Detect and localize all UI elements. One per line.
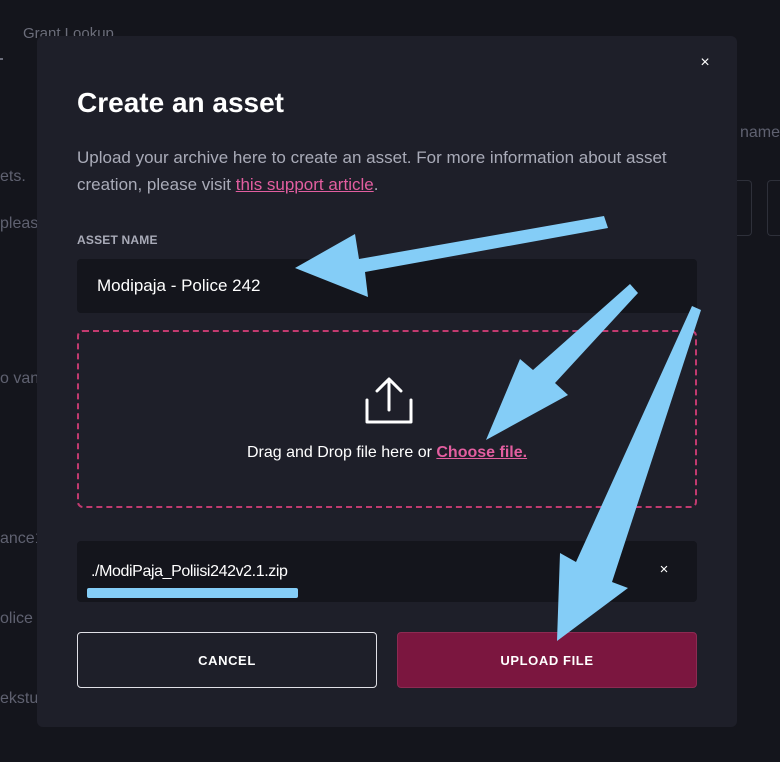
upload-file-button[interactable]: UPLOAD FILE — [397, 632, 697, 688]
support-article-link[interactable]: this support article — [236, 175, 374, 194]
dropzone-text: Drag and Drop file here or Choose file. — [79, 444, 695, 462]
file-dropzone[interactable]: Drag and Drop file here or Choose file. — [77, 330, 697, 508]
asset-name-input[interactable] — [77, 259, 697, 313]
selected-file-row: ./ModiPaja_Poliisi242v2.1.zip × — [77, 541, 697, 602]
background-text-fragment: ekstu — [0, 690, 39, 707]
modal-title: Create an asset — [77, 87, 285, 118]
upload-icon — [365, 377, 413, 424]
background-text-fragment: ets. — [0, 168, 26, 185]
cancel-button[interactable]: CANCEL — [77, 632, 377, 688]
selected-file-name: ./ModiPaja_Poliisi242v2.1.zip — [91, 563, 288, 580]
close-icon[interactable]: × — [696, 54, 714, 72]
choose-file-link[interactable]: Choose file. — [436, 444, 527, 461]
dropzone-instruction: Drag and Drop file here or — [246, 444, 437, 461]
remove-file-icon[interactable]: × — [655, 561, 673, 579]
background-input-box — [767, 180, 780, 236]
modal-description: Upload your archive here to create an as… — [77, 144, 677, 198]
description-suffix: . — [373, 175, 379, 194]
background-text-fragment: pleas — [0, 215, 39, 232]
asset-name-label: ASSET NAME — [77, 233, 158, 247]
background-text-fragment: name — [740, 124, 780, 141]
create-asset-modal: × Create an asset Upload your archive he… — [37, 36, 737, 727]
background-input-box — [736, 180, 752, 236]
background-divider — [0, 58, 3, 60]
background-text-fragment: olice — [0, 610, 33, 627]
background-text-fragment: o van — [0, 370, 40, 387]
